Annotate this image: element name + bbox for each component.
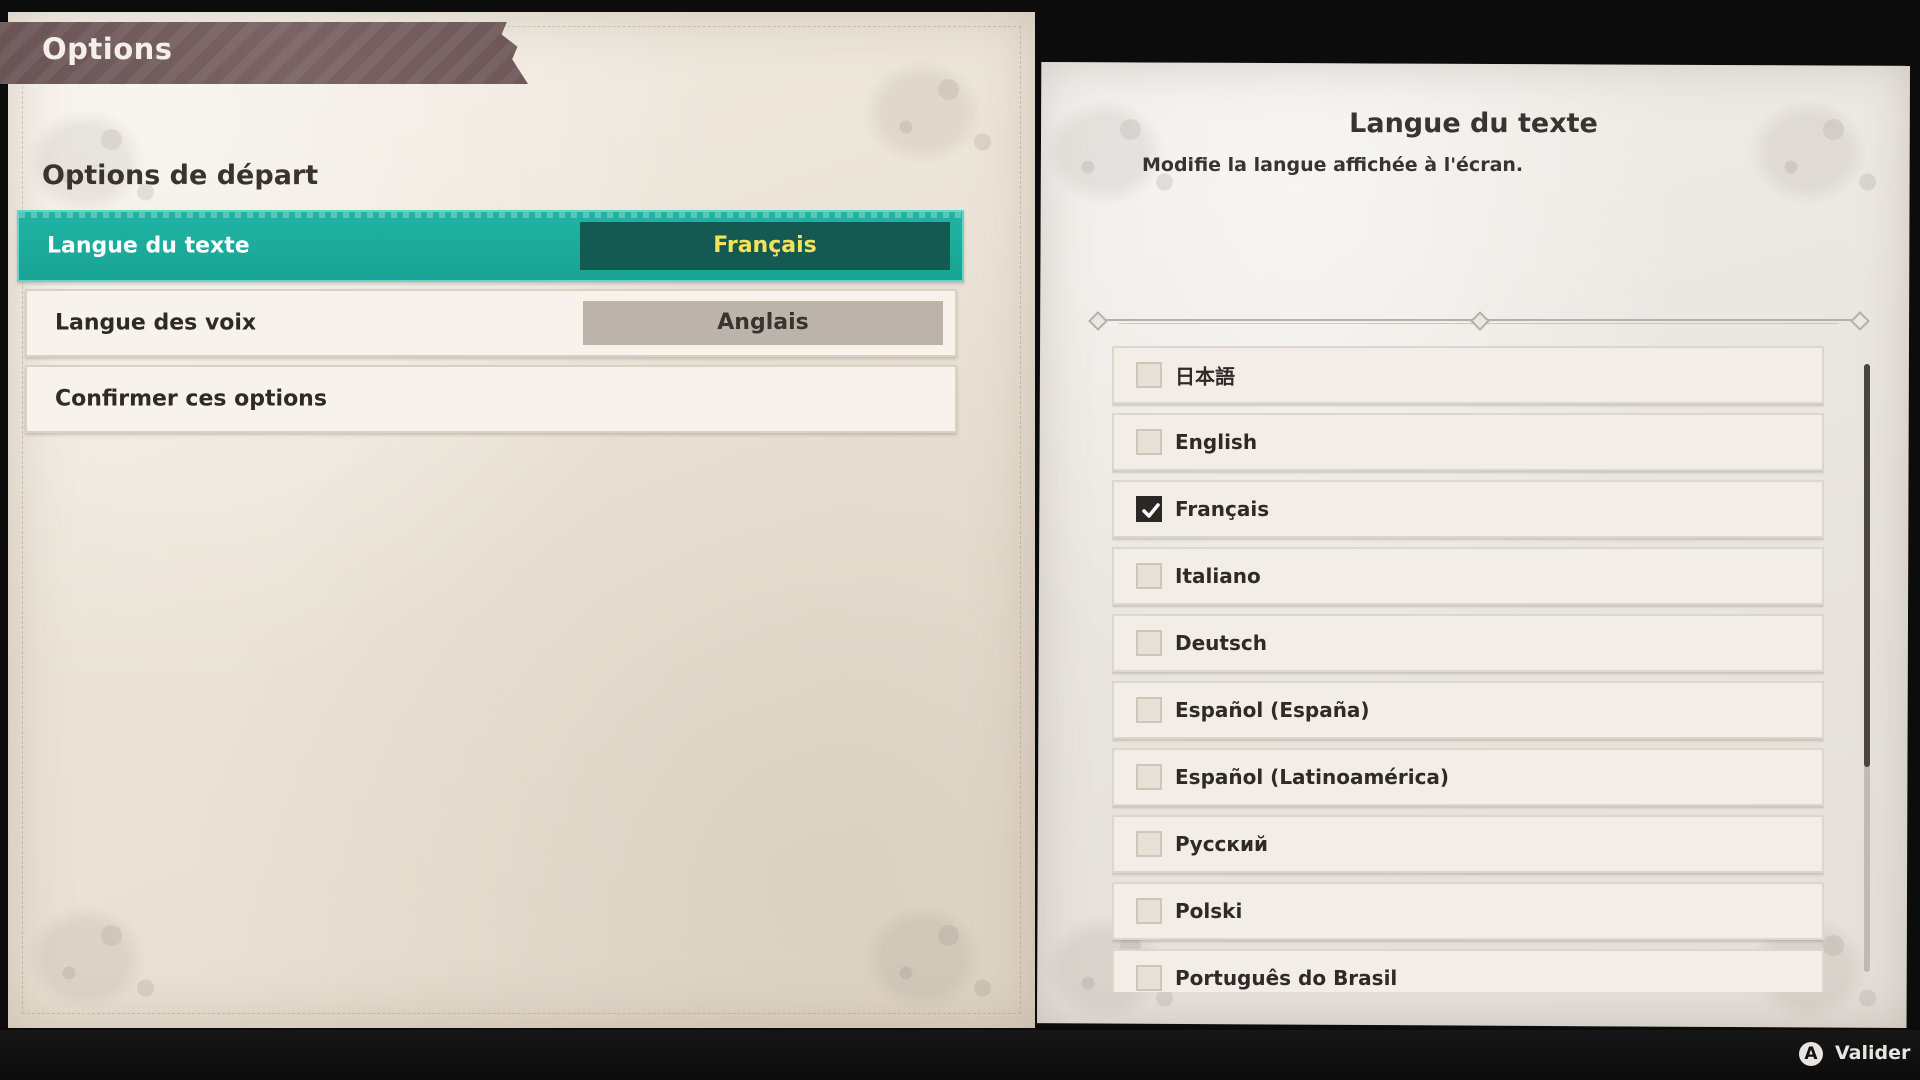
detail-panel: Langue du texte Modifie la langue affich…: [1037, 62, 1910, 1028]
option-label: Langue du texte: [47, 233, 250, 259]
checkbox[interactable]: [1136, 831, 1162, 857]
detail-title: Langue du texte: [1349, 108, 1598, 139]
language-label: Português do Brasil: [1175, 966, 1398, 990]
language-label: Español (España): [1175, 698, 1370, 722]
checkbox[interactable]: [1136, 898, 1162, 924]
language-option-polish[interactable]: Polski: [1112, 882, 1824, 940]
checkmark-icon: [1142, 503, 1160, 518]
scrollbar-thumb[interactable]: [1864, 364, 1870, 767]
language-option-italian[interactable]: Italiano: [1112, 547, 1824, 605]
checkbox[interactable]: [1136, 697, 1162, 723]
corner-ornament: [18, 72, 188, 222]
language-option-portuguese-brazil[interactable]: Português do Brasil: [1112, 949, 1824, 992]
language-label: Русский: [1175, 832, 1269, 856]
language-label: Español (Latinoamérica): [1175, 765, 1450, 789]
language-option-spanish-spain[interactable]: Español (España): [1112, 681, 1824, 739]
language-list[interactable]: 日本語 English Français Italiano Deutsch Es…: [1112, 346, 1824, 992]
checkbox[interactable]: [1136, 429, 1162, 455]
corner-ornament: [855, 868, 1025, 1018]
screen: Options Options de départ Langue du text…: [0, 0, 1920, 1080]
checkbox[interactable]: [1136, 965, 1162, 991]
checkbox[interactable]: [1136, 563, 1162, 589]
detail-description: Modifie la langue affichée à l'écran.: [1142, 154, 1524, 176]
option-label: Langue des voix: [55, 310, 257, 336]
a-button-icon: A: [1799, 1042, 1823, 1066]
ornamental-divider: [1088, 311, 1870, 331]
language-option-french[interactable]: Français: [1112, 480, 1824, 538]
language-label: Français: [1175, 497, 1270, 521]
option-row-confirm[interactable]: Confirmer ces options: [25, 365, 957, 433]
language-option-russian[interactable]: Русский: [1112, 815, 1824, 873]
language-label: Deutsch: [1175, 631, 1267, 655]
language-option-spanish-latam[interactable]: Español (Latinoamérica): [1112, 748, 1824, 806]
checkbox[interactable]: [1136, 362, 1162, 388]
option-label: Confirmer ces options: [55, 386, 327, 412]
language-label: Polski: [1175, 899, 1243, 923]
language-label: English: [1175, 430, 1258, 454]
option-value-selector[interactable]: Anglais: [583, 301, 943, 345]
button-prompt-bar: [0, 1030, 1920, 1080]
checkbox[interactable]: [1136, 630, 1162, 656]
language-option-japanese[interactable]: 日本語: [1112, 346, 1824, 404]
corner-ornament: [18, 868, 188, 1018]
option-row-text-language[interactable]: Langue du texte Français: [17, 210, 964, 282]
option-value-selector[interactable]: Français: [580, 222, 950, 270]
language-option-german[interactable]: Deutsch: [1112, 614, 1824, 672]
language-label: 日本語: [1175, 364, 1235, 389]
checkbox[interactable]: [1136, 764, 1162, 790]
validate-prompt[interactable]: Valider: [1835, 1042, 1910, 1064]
section-title: Options de départ: [42, 160, 319, 191]
checkbox-checked[interactable]: [1136, 496, 1162, 522]
language-label: Italiano: [1175, 564, 1261, 588]
page-title: Options: [42, 32, 173, 66]
corner-ornament: [855, 22, 1025, 172]
option-row-voice-language[interactable]: Langue des voix Anglais: [25, 289, 957, 357]
language-option-english[interactable]: English: [1112, 413, 1824, 471]
